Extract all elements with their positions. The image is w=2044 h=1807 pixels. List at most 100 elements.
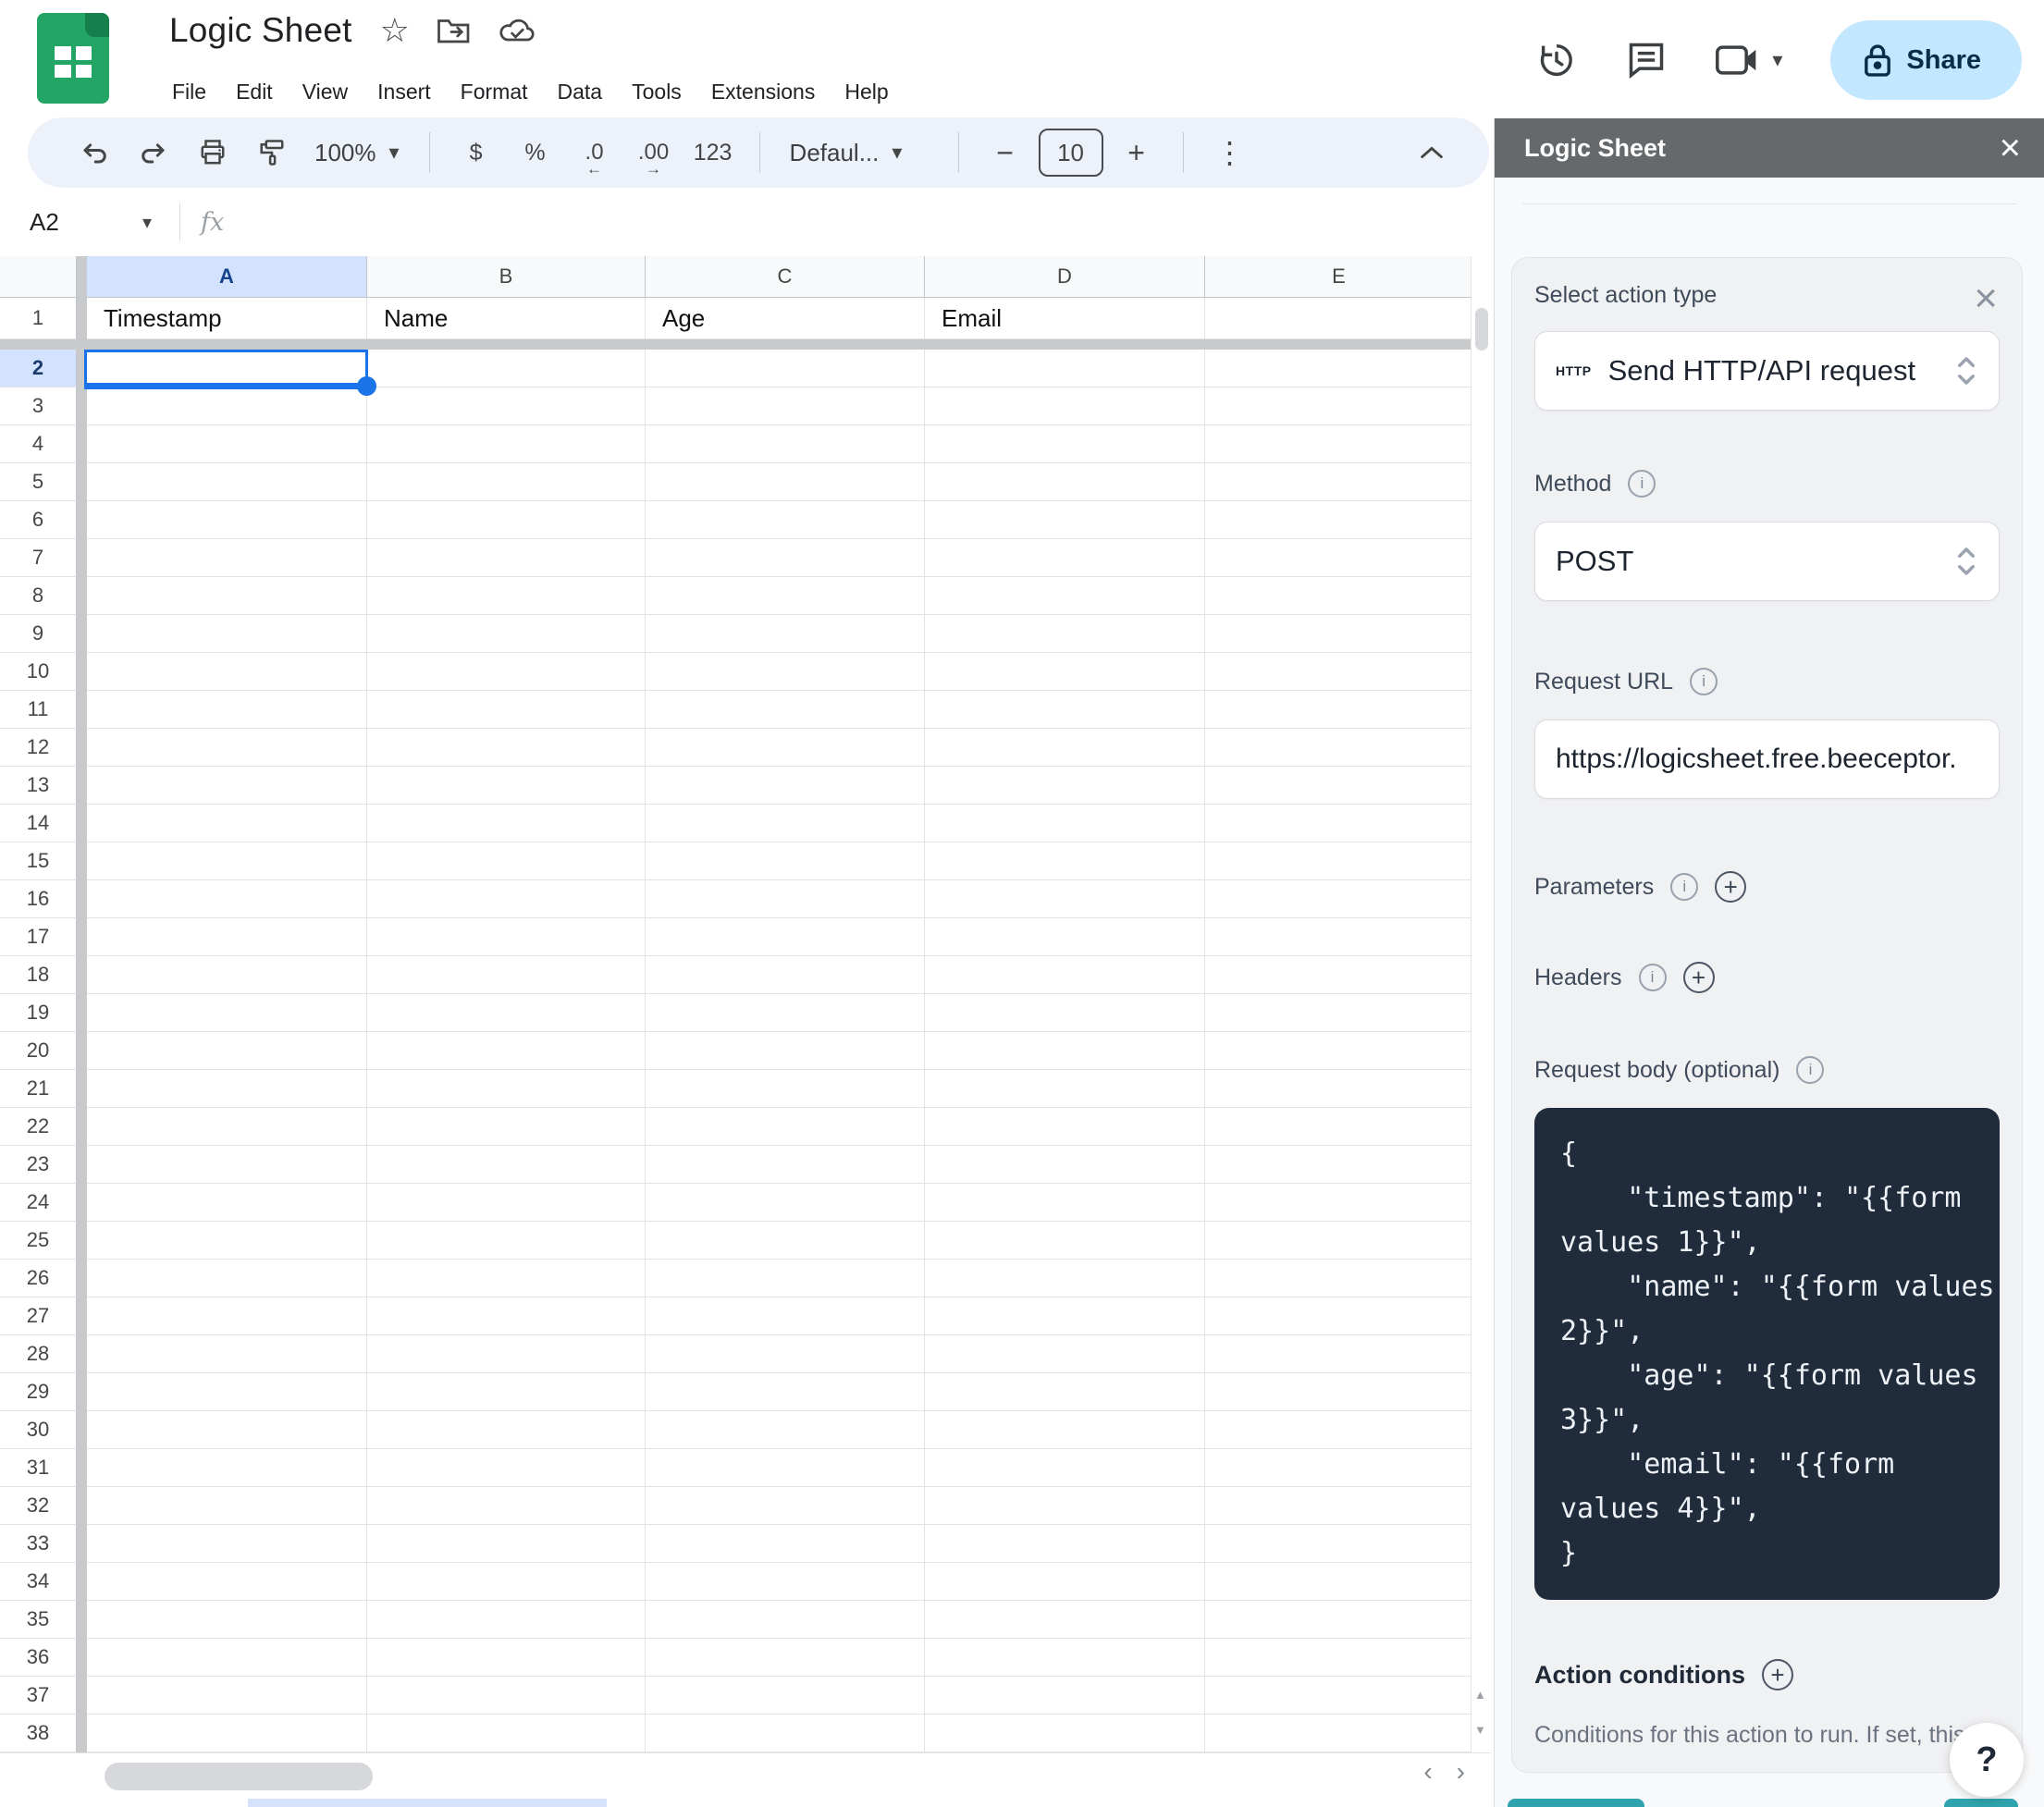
row-header-30[interactable]: 30 [0,1411,77,1449]
cell-B36[interactable] [367,1639,646,1677]
cell-E22[interactable] [1205,1108,1473,1146]
cell-D17[interactable] [925,918,1205,956]
cell-E34[interactable] [1205,1563,1473,1601]
cell-C14[interactable] [646,805,925,842]
request-body-editor[interactable]: { "timestamp": "{{form values 1}}", "nam… [1534,1108,2000,1600]
row-header-9[interactable]: 9 [0,615,77,653]
scroll-right-icon[interactable]: › [1457,1757,1465,1787]
meet-dropdown-caret-icon[interactable]: ▾ [1772,48,1782,72]
row-header-17[interactable]: 17 [0,918,77,956]
cell-B23[interactable] [367,1146,646,1184]
cell-B6[interactable] [367,501,646,539]
cell-D18[interactable] [925,956,1205,994]
cell-C32[interactable] [646,1487,925,1525]
cell-C33[interactable] [646,1525,925,1563]
cell-A27[interactable] [87,1297,367,1335]
cell-B29[interactable] [367,1373,646,1411]
font-select[interactable]: Defaul... ▾ [781,139,938,167]
sidebar-close-icon[interactable]: × [2000,129,2021,166]
cell-B11[interactable] [367,691,646,729]
cell-D28[interactable] [925,1335,1205,1373]
cell-D19[interactable] [925,994,1205,1032]
cell-A10[interactable] [87,653,367,691]
cell-C2[interactable] [646,350,925,387]
row-header-36[interactable]: 36 [0,1639,77,1677]
cell-C3[interactable] [646,387,925,425]
cell-A3[interactable] [87,387,367,425]
cell-B33[interactable] [367,1525,646,1563]
frozen-row-divider[interactable] [0,339,1471,350]
cell-B32[interactable] [367,1487,646,1525]
cell-A7[interactable] [87,539,367,577]
cell-C34[interactable] [646,1563,925,1601]
cell-A17[interactable] [87,918,367,956]
document-title[interactable]: Logic Sheet [169,11,352,50]
cell-D27[interactable] [925,1297,1205,1335]
menu-item-file[interactable]: File [157,70,221,114]
row-header-1[interactable]: 1 [0,298,77,339]
cell-C22[interactable] [646,1108,925,1146]
row-header-27[interactable]: 27 [0,1297,77,1335]
column-header-e[interactable]: E [1205,256,1473,298]
cell-A9[interactable] [87,615,367,653]
cell-C7[interactable] [646,539,925,577]
cell-E20[interactable] [1205,1032,1473,1070]
cell-C38[interactable] [646,1715,925,1752]
cell-A24[interactable] [87,1184,367,1222]
cell-D29[interactable] [925,1373,1205,1411]
method-info-icon[interactable]: i [1628,470,1656,498]
cell-E14[interactable] [1205,805,1473,842]
cell-A12[interactable] [87,729,367,767]
row-header-24[interactable]: 24 [0,1184,77,1222]
menu-item-tools[interactable]: Tools [617,70,696,114]
star-icon[interactable]: ☆ [380,11,410,50]
cell-A5[interactable] [87,463,367,501]
cell-B25[interactable] [367,1222,646,1260]
add-parameter-icon[interactable]: + [1715,871,1747,903]
menu-item-view[interactable]: View [288,70,363,114]
row-header-38[interactable]: 38 [0,1715,77,1752]
cell-B37[interactable] [367,1677,646,1715]
cell-B27[interactable] [367,1297,646,1335]
cell-E35[interactable] [1205,1601,1473,1639]
format-percent-button[interactable]: % [510,127,561,178]
cell-E27[interactable] [1205,1297,1473,1335]
column-header-c[interactable]: C [646,256,925,298]
cell-A15[interactable] [87,842,367,880]
help-button[interactable]: ? [1950,1723,2024,1797]
cell-D6[interactable] [925,501,1205,539]
cell-A32[interactable] [87,1487,367,1525]
redo-icon[interactable] [128,127,179,178]
print-icon[interactable] [187,127,239,178]
menu-item-edit[interactable]: Edit [221,70,288,114]
scroll-down-icon[interactable]: ▼ [1474,1723,1486,1737]
cell-C4[interactable] [646,425,925,463]
sidebar-action-button-partial-left[interactable] [1508,1799,1644,1807]
cell-A33[interactable] [87,1525,367,1563]
cell-B30[interactable] [367,1411,646,1449]
cell-A11[interactable] [87,691,367,729]
row-header-15[interactable]: 15 [0,842,77,880]
name-box[interactable]: A2 [0,208,139,237]
row-header-4[interactable]: 4 [0,425,77,463]
cell-C6[interactable] [646,501,925,539]
cell-C10[interactable] [646,653,925,691]
row-header-8[interactable]: 8 [0,577,77,615]
cell-C29[interactable] [646,1373,925,1411]
cell-A1[interactable]: Timestamp [87,298,367,339]
cell-D30[interactable] [925,1411,1205,1449]
row-header-25[interactable]: 25 [0,1222,77,1260]
cell-B3[interactable] [367,387,646,425]
cell-B17[interactable] [367,918,646,956]
cell-A21[interactable] [87,1070,367,1108]
cell-D35[interactable] [925,1601,1205,1639]
cell-E18[interactable] [1205,956,1473,994]
cell-B10[interactable] [367,653,646,691]
undo-icon[interactable] [68,127,120,178]
row-header-32[interactable]: 32 [0,1487,77,1525]
cell-D23[interactable] [925,1146,1205,1184]
cell-C18[interactable] [646,956,925,994]
cell-C30[interactable] [646,1411,925,1449]
cell-C5[interactable] [646,463,925,501]
comments-icon[interactable] [1626,40,1667,80]
